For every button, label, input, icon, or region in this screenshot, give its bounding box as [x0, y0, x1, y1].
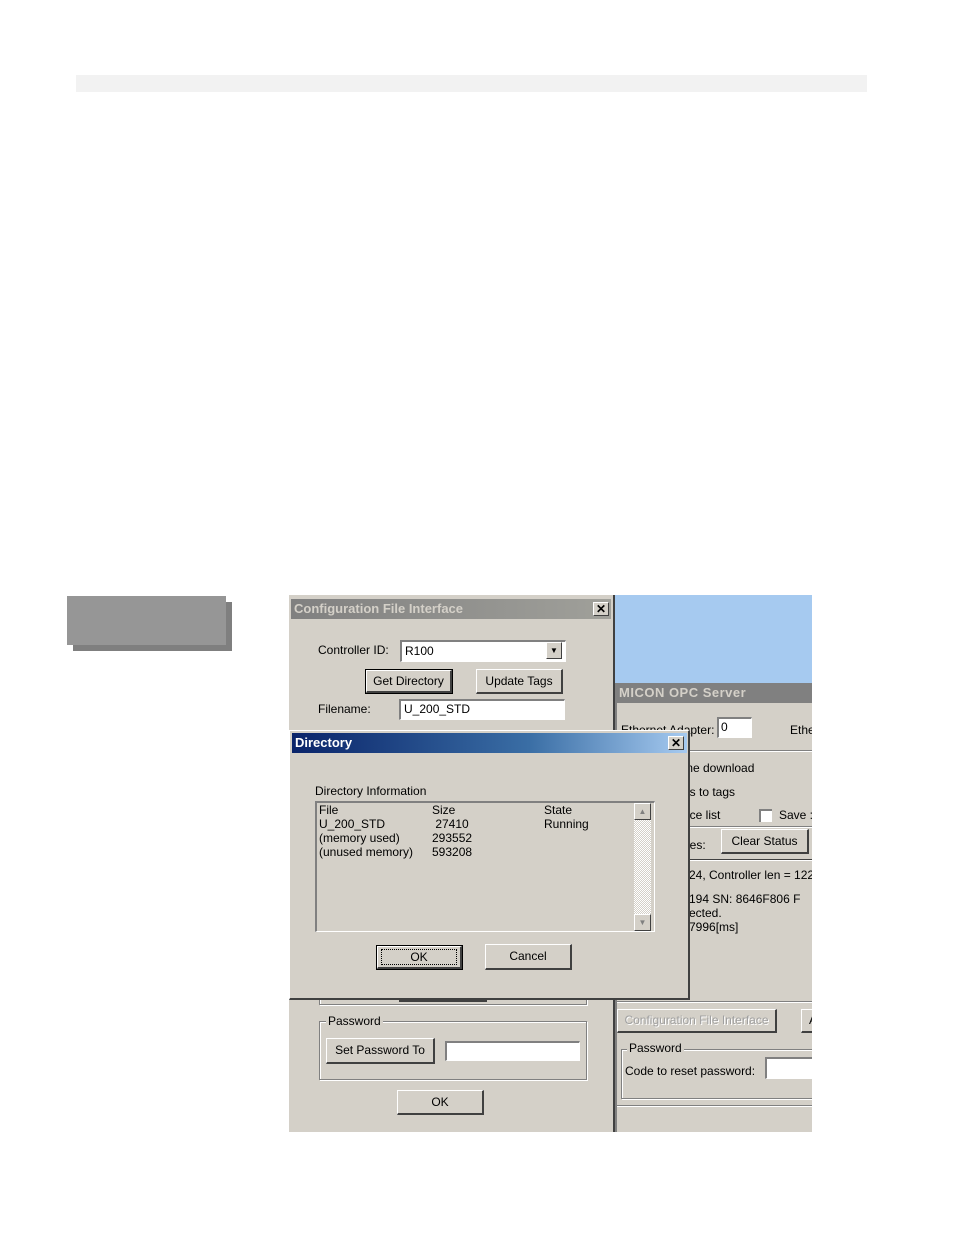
row-state: Running [544, 817, 589, 831]
row-size: 27410 [432, 817, 469, 831]
opc-server-title: MICON OPC Server [617, 683, 812, 703]
config-dialog-title: Configuration File Interface [291, 599, 611, 619]
filename-input[interactable]: U_200_STD [399, 699, 565, 720]
configuration-file-interface-button[interactable]: Configuration File Interface [617, 1009, 777, 1033]
directory-dialog: Directory ✕ Directory Information File S… [289, 730, 690, 1000]
row-size: 593208 [432, 845, 473, 859]
get-directory-button[interactable]: Get Directory [365, 669, 453, 694]
status-line: 194 SN: 8646F806 F [689, 892, 801, 906]
save-checkbox[interactable] [759, 809, 772, 822]
directory-dialog-title-text: Directory [295, 735, 353, 750]
column-header-size: Size [432, 803, 456, 817]
password-input[interactable] [445, 1041, 580, 1061]
column-header-state: State [544, 803, 573, 817]
option-download[interactable]: me download [683, 761, 754, 775]
opc-password-group-label: Password [627, 1041, 684, 1055]
controller-id-select[interactable]: R100 [400, 640, 566, 662]
row-file: (memory used) [319, 831, 400, 845]
row-file: (unused memory) [319, 845, 414, 859]
divider [617, 1001, 812, 1003]
status-line: 7996[ms] [689, 920, 739, 934]
clear-status-button[interactable]: Clear Status [721, 829, 809, 854]
row-size: 293552 [432, 831, 473, 845]
set-password-button[interactable]: Set Password To [326, 1038, 435, 1064]
opc-right-button[interactable]: A [801, 1009, 812, 1033]
update-tags-button[interactable]: Update Tags [476, 669, 563, 694]
close-icon[interactable]: ✕ [668, 736, 684, 750]
page-header-bar [76, 75, 867, 92]
screenshot: MICON OPC Server Ethernet Adapter: 0 Eth… [289, 595, 812, 1132]
directory-cancel-button[interactable]: Cancel [485, 944, 572, 970]
controller-id-label: Controller ID: [318, 643, 389, 657]
option-tags[interactable]: es to tags [683, 785, 735, 799]
directory-listbox[interactable]: File Size State U_200_STD 27410 Running … [315, 801, 655, 932]
reset-code-input[interactable] [765, 1057, 812, 1079]
ethernet-label: Ethe [790, 723, 812, 737]
config-dialog-title-text: Configuration File Interface [294, 601, 464, 616]
divider [617, 1105, 812, 1107]
reset-code-label: Code to reset password: [625, 1064, 756, 1078]
status-line: ected. [689, 906, 722, 920]
config-ok-button[interactable]: OK [397, 1090, 484, 1115]
filename-label: Filename: [318, 702, 371, 716]
column-header-file: File [319, 803, 339, 817]
status-line: 24, Controller len = 122 [689, 868, 812, 882]
directory-dialog-title: Directory [292, 733, 687, 753]
password-group-label: Password [326, 1014, 383, 1028]
chevron-down-icon[interactable]: ▼ [546, 642, 562, 659]
row-file: U_200_STD [319, 817, 386, 831]
side-tab [67, 596, 226, 645]
ethernet-adapter-field[interactable]: 0 [717, 717, 752, 738]
controller-id-value: R100 [405, 644, 434, 658]
scroll-down-icon[interactable]: ▼ [634, 914, 651, 931]
close-icon[interactable]: ✕ [593, 602, 609, 616]
save-label: Save : [779, 808, 812, 822]
directory-info-label: Directory Information [315, 784, 427, 798]
directory-ok-label: OK [381, 949, 457, 965]
scroll-up-icon[interactable]: ▲ [634, 803, 651, 820]
vertical-scrollbar[interactable] [634, 803, 651, 931]
directory-ok-button[interactable]: OK [376, 945, 463, 970]
